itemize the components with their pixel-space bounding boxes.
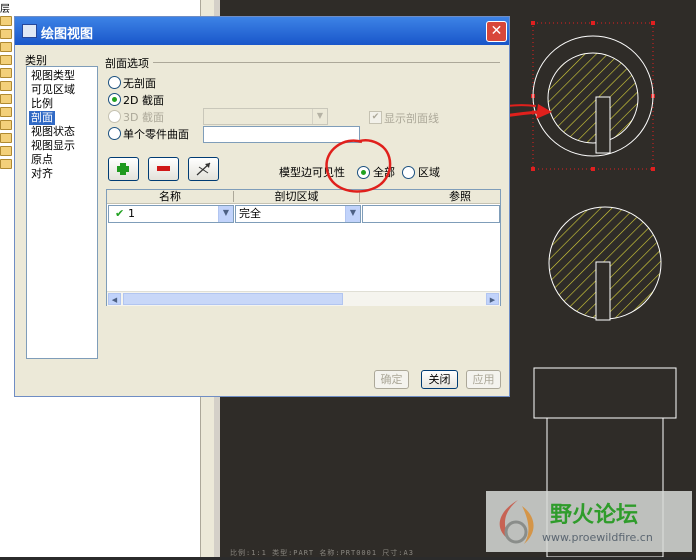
watermark-url: www.proewildfire.cn xyxy=(542,531,653,544)
forum-watermark: 野火论坛 www.proewildfire.cn xyxy=(486,491,692,552)
annotation-circle xyxy=(325,139,392,193)
watermark-text: 野火论坛 xyxy=(550,503,639,528)
annotation-overlay xyxy=(325,139,392,193)
flame-logo-icon xyxy=(499,500,534,544)
